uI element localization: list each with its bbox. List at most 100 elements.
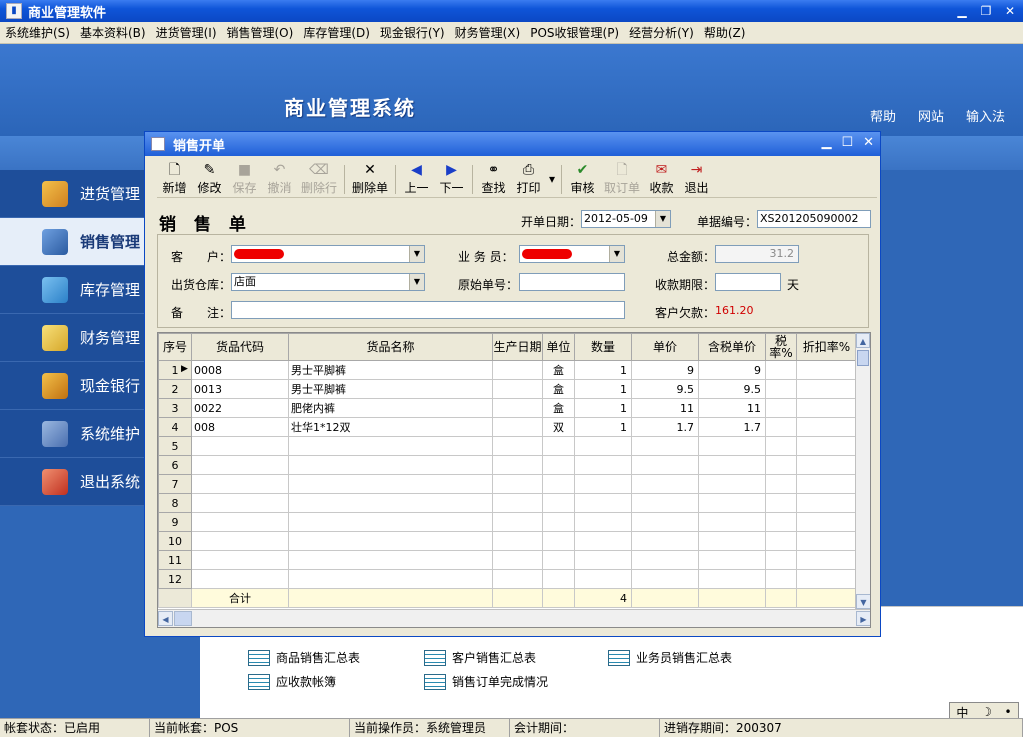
toolbar-button-4[interactable]: ⌫ 删除行 <box>297 162 341 197</box>
table-cell[interactable] <box>765 493 797 513</box>
table-cell[interactable] <box>631 512 699 532</box>
salesman-field[interactable]: ▼ <box>519 245 625 263</box>
chevron-down-icon[interactable]: ▼ <box>609 246 624 262</box>
table-cell[interactable] <box>765 379 797 399</box>
column-header-7[interactable]: 含税单价 <box>698 333 766 361</box>
table-cell[interactable]: 肥佬内裤 <box>288 398 493 418</box>
table-cell[interactable] <box>698 569 766 589</box>
table-cell[interactable] <box>765 569 797 589</box>
table-row[interactable]: 12 <box>158 569 857 589</box>
table-row[interactable]: 9 <box>158 512 857 532</box>
column-header-9[interactable]: 折扣率% <box>796 333 857 361</box>
table-cell[interactable] <box>492 493 543 513</box>
warehouse-field[interactable]: 店面 ▼ <box>231 273 425 291</box>
menu-item-1[interactable]: 基本资料(B) <box>75 24 151 41</box>
table-cell[interactable] <box>492 436 543 456</box>
column-header-4[interactable]: 单位 <box>542 333 575 361</box>
table-cell[interactable] <box>698 512 766 532</box>
table-cell[interactable] <box>796 550 857 570</box>
nav-item-exit[interactable]: 退出系统 <box>0 458 150 506</box>
table-cell[interactable] <box>765 512 797 532</box>
table-row[interactable]: 1 ▶ 0008 男士平脚裤盒 1 9 9 <box>158 360 857 380</box>
table-cell[interactable]: 男士平脚裤 <box>288 360 493 380</box>
table-cell[interactable] <box>574 436 632 456</box>
table-cell[interactable] <box>631 474 699 494</box>
table-cell[interactable] <box>191 531 289 551</box>
table-cell[interactable]: 9.5 <box>698 379 766 399</box>
table-cell[interactable] <box>698 531 766 551</box>
table-cell[interactable] <box>631 569 699 589</box>
table-cell[interactable] <box>191 550 289 570</box>
dialog-maximize-icon[interactable]: ☐ <box>841 135 853 150</box>
menu-item-9[interactable]: 帮助(Z) <box>699 24 751 41</box>
table-cell[interactable] <box>765 360 797 380</box>
table-cell[interactable] <box>796 360 857 380</box>
table-cell[interactable] <box>542 531 575 551</box>
chevron-down-icon[interactable]: ▼ <box>409 274 424 290</box>
customer-field[interactable]: ▼ <box>231 245 425 263</box>
table-cell[interactable] <box>288 436 493 456</box>
table-cell[interactable] <box>288 550 493 570</box>
table-row[interactable]: 6 <box>158 455 857 475</box>
toolbar-button-5[interactable]: ✕ 删除单 <box>348 162 392 197</box>
menu-item-3[interactable]: 销售管理(O) <box>222 24 299 41</box>
table-cell[interactable] <box>492 512 543 532</box>
table-cell[interactable] <box>492 398 543 418</box>
toolbar-button-12[interactable]: ✉ 收款 <box>644 162 679 197</box>
website-link[interactable]: 网站 <box>918 106 944 125</box>
table-cell[interactable] <box>492 379 543 399</box>
table-cell[interactable] <box>492 569 543 589</box>
table-cell[interactable]: 双 <box>542 417 575 437</box>
table-cell[interactable] <box>191 512 289 532</box>
table-cell[interactable] <box>698 474 766 494</box>
chevron-down-icon[interactable]: ▼ <box>409 246 424 262</box>
horizontal-scrollbar[interactable]: ◀ ▶ <box>158 609 870 627</box>
table-cell[interactable] <box>288 569 493 589</box>
table-cell[interactable] <box>631 493 699 513</box>
table-cell[interactable] <box>765 417 797 437</box>
term-field[interactable] <box>715 273 781 291</box>
table-row[interactable]: 11 <box>158 550 857 570</box>
menu-item-2[interactable]: 进货管理(I) <box>151 24 222 41</box>
table-cell[interactable] <box>796 474 857 494</box>
column-header-8[interactable]: 税率% <box>765 333 797 361</box>
table-cell[interactable]: 9.5 <box>631 379 699 399</box>
print-dropdown-icon[interactable]: ▾ <box>546 162 558 197</box>
table-cell[interactable] <box>765 398 797 418</box>
table-cell[interactable] <box>191 569 289 589</box>
menu-item-8[interactable]: 经营分析(Y) <box>624 24 699 41</box>
table-cell[interactable] <box>542 474 575 494</box>
column-header-3[interactable]: 生产日期 <box>492 333 543 361</box>
table-row[interactable]: 10 <box>158 531 857 551</box>
table-cell[interactable] <box>765 474 797 494</box>
table-cell[interactable] <box>542 512 575 532</box>
nav-item-inventory[interactable]: 库存管理 <box>0 266 150 314</box>
scroll-thumb[interactable] <box>857 350 869 366</box>
table-cell[interactable] <box>542 436 575 456</box>
chevron-down-icon[interactable]: ▼ <box>655 211 670 227</box>
nav-item-finance[interactable]: 财务管理 <box>0 314 150 362</box>
scroll-right-icon[interactable]: ▶ <box>856 611 870 626</box>
nav-item-system[interactable]: 系统维护 <box>0 410 150 458</box>
table-cell[interactable] <box>698 455 766 475</box>
table-cell[interactable]: 壮华1*12双 <box>288 417 493 437</box>
ime-link[interactable]: 输入法 <box>966 106 1005 125</box>
table-cell[interactable] <box>574 531 632 551</box>
hscroll-thumb[interactable] <box>174 611 192 626</box>
table-cell[interactable] <box>492 360 543 380</box>
table-cell[interactable] <box>492 531 543 551</box>
toolbar-button-7[interactable]: ▶ 下一 <box>434 162 469 197</box>
table-cell[interactable] <box>765 550 797 570</box>
table-cell[interactable] <box>631 455 699 475</box>
table-cell[interactable] <box>574 569 632 589</box>
toolbar-button-9[interactable]: ⎙ 打印 <box>511 162 546 197</box>
menu-item-5[interactable]: 现金银行(Y) <box>375 24 450 41</box>
menu-item-0[interactable]: 系统维护(S) <box>0 24 75 41</box>
toolbar-button-6[interactable]: ◀ 上一 <box>399 162 434 197</box>
table-cell[interactable] <box>574 512 632 532</box>
toolbar-button-2[interactable]: ■ 保存 <box>227 162 262 197</box>
table-cell[interactable] <box>492 455 543 475</box>
table-cell[interactable]: 008 <box>191 417 289 437</box>
table-cell[interactable]: 0008 <box>191 360 289 380</box>
table-cell[interactable] <box>191 455 289 475</box>
